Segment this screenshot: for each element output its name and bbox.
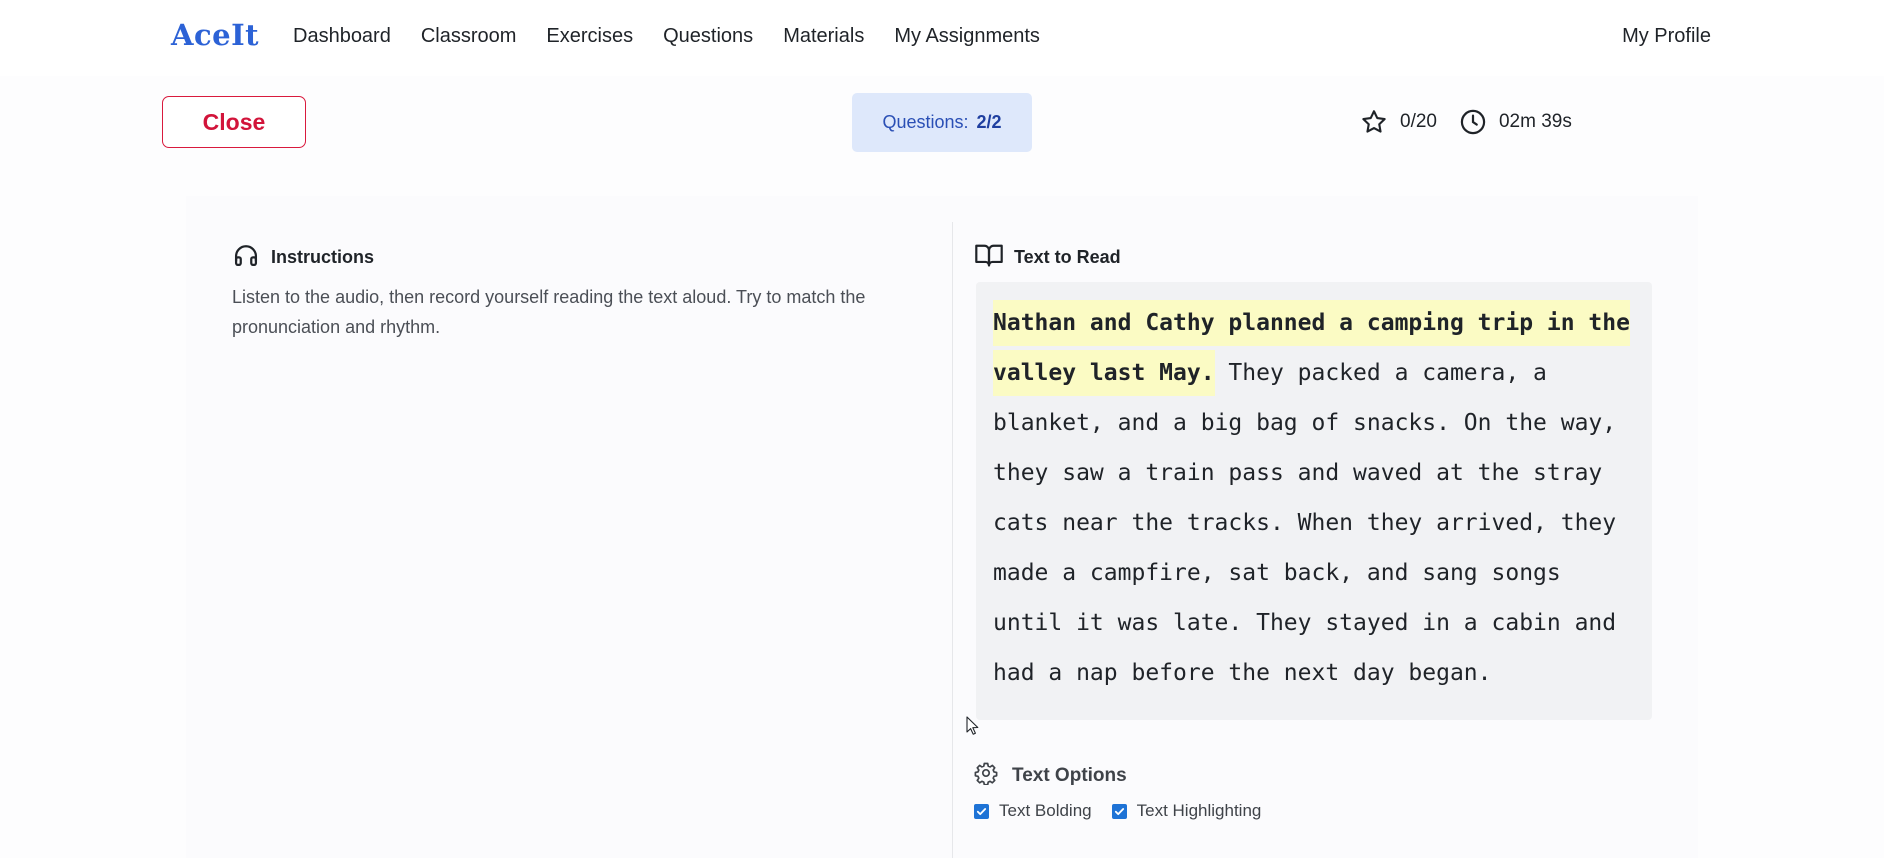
text-highlighting-label: Text Highlighting	[1136, 801, 1262, 820]
text-to-read-header: Text to Read	[974, 241, 1121, 274]
mouse-cursor-icon	[966, 716, 980, 741]
app-logo[interactable]: AceIt	[171, 18, 259, 52]
gear-icon	[974, 761, 1012, 791]
nav-link-dashboard[interactable]: Dashboard	[293, 25, 391, 48]
instructions-header: Instructions	[232, 241, 374, 274]
star-icon	[1360, 108, 1388, 136]
headphones-icon	[232, 241, 271, 274]
nav-link-my-profile[interactable]: My Profile	[1622, 25, 1711, 48]
score-timer: 0/20 02m 39s	[1360, 107, 1572, 137]
nav-link-materials[interactable]: Materials	[783, 25, 864, 48]
passage-rest: They packed a camera, a blanket, and a b…	[993, 360, 1617, 686]
close-button[interactable]: Close	[162, 96, 306, 148]
top-nav: AceIt Dashboard Classroom Exercises Ques…	[0, 0, 1884, 76]
book-open-icon	[974, 241, 1014, 274]
text-highlighting-checkbox[interactable]	[1111, 803, 1127, 819]
column-divider	[952, 222, 953, 858]
text-bolding-option[interactable]: Text Bolding	[974, 801, 1092, 821]
instructions-title: Instructions	[271, 247, 375, 267]
text-options-header: Text Options	[974, 761, 1127, 791]
nav-link-classroom[interactable]: Classroom	[421, 25, 517, 48]
text-options-title: Text Options	[1012, 765, 1127, 786]
nav-links: Dashboard Classroom Exercises Questions …	[293, 25, 1070, 48]
score-value: 0/20	[1400, 111, 1437, 132]
nav-link-questions[interactable]: Questions	[663, 25, 753, 48]
questions-label: Questions:	[882, 112, 969, 132]
text-bolding-label: Text Bolding	[999, 801, 1092, 820]
nav-link-exercises[interactable]: Exercises	[546, 25, 633, 48]
reading-passage: Nathan and Cathy planned a camping trip …	[993, 298, 1643, 698]
timer-value: 02m 39s	[1498, 111, 1572, 132]
questions-counter: Questions: 2/2	[852, 93, 1032, 152]
text-bolding-checkbox[interactable]	[974, 803, 989, 819]
questions-count: 2/2	[976, 112, 1002, 132]
text-options-list: Text Bolding Text Highlighting	[974, 801, 1281, 821]
text-to-read-title: Text to Read	[1014, 247, 1121, 267]
nav-link-my-assignments[interactable]: My Assignments	[894, 25, 1040, 48]
text-highlighting-option[interactable]: Text Highlighting	[1111, 801, 1262, 821]
clock-icon	[1459, 108, 1487, 136]
instructions-text: Listen to the audio, then record yoursel…	[232, 287, 866, 337]
